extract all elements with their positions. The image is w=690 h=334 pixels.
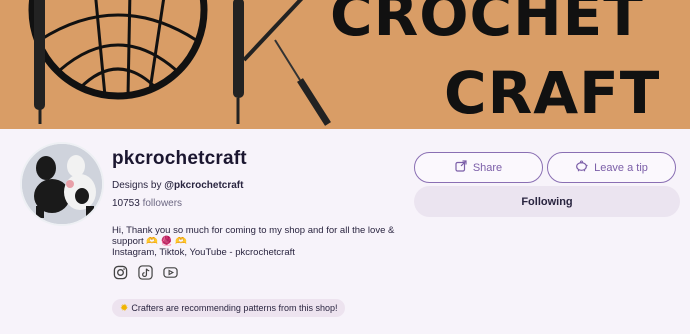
bio-line-2: Instagram, Tiktok, YouTube - pkcrochetcr… xyxy=(112,247,295,258)
designs-by-prefix: Designs by xyxy=(112,180,162,191)
tiktok-icon[interactable] xyxy=(137,264,153,280)
shop-bio: Hi, Thank you so much for coming to my s… xyxy=(112,225,412,258)
recommendation-text: Crafters are recommending patterns from … xyxy=(131,303,338,313)
recommendation-badge: ✹ Crafters are recommending patterns fro… xyxy=(112,299,346,317)
shop-avatar[interactable] xyxy=(20,142,104,226)
followers-label: followers xyxy=(142,198,183,209)
leave-tip-button[interactable]: Leave a tip xyxy=(547,152,676,183)
followers-number: 10753 xyxy=(112,198,140,209)
followers-count: 10753 followers xyxy=(112,198,182,209)
following-button[interactable]: Following xyxy=(414,186,680,217)
avatar-image xyxy=(22,144,102,224)
banner-title-line2: CRAFT xyxy=(444,59,661,127)
following-label: Following xyxy=(521,195,573,208)
youtube-icon[interactable] xyxy=(162,264,178,280)
banner-title-line1: CROCHET xyxy=(330,0,644,49)
designs-by: Designs by @pkcrochetcraft xyxy=(112,180,243,191)
piggy-bank-icon xyxy=(575,160,588,175)
share-button[interactable]: Share xyxy=(414,152,543,183)
social-links xyxy=(112,264,178,280)
profile-banner: CROCHET CRAFT xyxy=(0,0,690,129)
sparkle-icon: ✹ xyxy=(120,302,129,314)
designer-handle-link[interactable]: @pkcrochetcraft xyxy=(164,180,243,191)
bio-line-1: Hi, Thank you so much for coming to my s… xyxy=(112,225,395,247)
share-label: Share xyxy=(472,161,503,174)
shop-name: pkcrochetcraft xyxy=(112,148,247,169)
instagram-icon[interactable] xyxy=(112,264,128,280)
tip-label: Leave a tip xyxy=(594,161,648,174)
share-icon xyxy=(455,160,467,175)
